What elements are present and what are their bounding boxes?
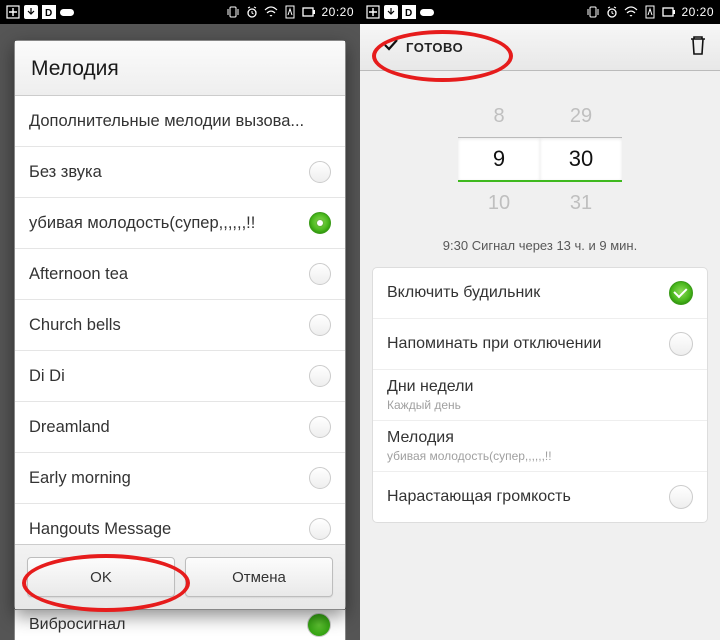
gamepad-icon bbox=[420, 5, 434, 19]
statusbar-left: D bbox=[6, 5, 74, 19]
ringtone-label: Di Di bbox=[29, 367, 65, 386]
checkbox-indicator[interactable] bbox=[669, 332, 693, 356]
svg-text:D: D bbox=[405, 8, 412, 19]
done-button[interactable]: ГОТОВО bbox=[372, 30, 473, 64]
minute-column[interactable]: 29 30 31 bbox=[540, 95, 622, 224]
settings-row[interactable]: Дни недели Каждый день bbox=[373, 370, 707, 421]
settings-row-subtitle: Каждый день bbox=[387, 398, 473, 412]
hour-current: 9 bbox=[458, 137, 540, 182]
checkbox-indicator[interactable] bbox=[669, 485, 693, 509]
ok-button[interactable]: OK bbox=[27, 557, 175, 597]
ringtone-item[interactable]: Church bells bbox=[15, 300, 345, 351]
ringtone-label: Church bells bbox=[29, 316, 121, 335]
ringtone-item[interactable]: убивая молодость(супер,,,,,,!! bbox=[15, 198, 345, 249]
settings-row-title: Напоминать при отключении bbox=[387, 335, 601, 353]
radio-indicator[interactable] bbox=[309, 365, 331, 387]
ringtone-list[interactable]: Дополнительные мелодии вызова... Без звук… bbox=[15, 96, 345, 544]
left-screenshot: D 20:20 Вибросигнал Мелодия Дополнительн… bbox=[0, 0, 360, 640]
cancel-button[interactable]: Отмена bbox=[185, 557, 333, 597]
ringtone-label: Afternoon tea bbox=[29, 265, 128, 284]
d-app-icon: D bbox=[402, 5, 416, 19]
download-icon bbox=[24, 5, 38, 19]
data-icon bbox=[283, 5, 297, 19]
data-icon bbox=[643, 5, 657, 19]
wifi-icon bbox=[624, 5, 638, 19]
settings-row-subtitle: убивая молодость(супер,,,,,,!! bbox=[387, 449, 552, 463]
vibrate-icon bbox=[586, 5, 600, 19]
ringtone-item[interactable]: Без звука bbox=[15, 147, 345, 198]
settings-row-title: Мелодия bbox=[387, 429, 552, 447]
checkbox-indicator[interactable] bbox=[669, 281, 693, 305]
hour-next: 10 bbox=[458, 182, 540, 224]
plus-icon bbox=[6, 5, 20, 19]
minute-next: 31 bbox=[540, 182, 622, 224]
statusbar-left: D bbox=[366, 5, 434, 19]
battery-icon bbox=[662, 5, 676, 19]
statusbar-right: 20:20 bbox=[226, 5, 354, 19]
delete-button[interactable] bbox=[688, 34, 708, 61]
statusbar-right: 20:20 bbox=[586, 5, 714, 19]
plus-icon bbox=[366, 5, 380, 19]
done-label: ГОТОВО bbox=[406, 40, 463, 55]
ringtone-item[interactable]: Early morning bbox=[15, 453, 345, 504]
minute-current: 30 bbox=[540, 137, 622, 182]
hour-column[interactable]: 8 9 10 bbox=[458, 95, 540, 224]
svg-text:D: D bbox=[45, 8, 52, 19]
checkmark-icon bbox=[382, 36, 400, 59]
status-clock: 20:20 bbox=[681, 5, 714, 19]
right-screenshot: D 20:20 ГОТОВО 8 9 bbox=[360, 0, 720, 640]
ringtone-dialog: Мелодия Дополнительные мелодии вызова...… bbox=[14, 40, 346, 610]
radio-indicator[interactable] bbox=[309, 518, 331, 540]
radio-indicator[interactable] bbox=[309, 263, 331, 285]
radio-indicator[interactable] bbox=[309, 416, 331, 438]
peek-label: Вибросигнал bbox=[29, 616, 125, 634]
alarm-settings-list: Включить будильник Напоминать при отключе… bbox=[372, 267, 708, 523]
radio-indicator[interactable] bbox=[309, 161, 331, 183]
ringtone-item[interactable]: Дополнительные мелодии вызова... bbox=[15, 96, 345, 147]
wifi-icon bbox=[264, 5, 278, 19]
minute-prev: 29 bbox=[540, 95, 622, 137]
ringtone-label: убивая молодость(супер,,,,,,!! bbox=[29, 214, 255, 233]
time-picker[interactable]: 8 9 10 29 30 31 bbox=[360, 95, 720, 224]
statusbar: D 20:20 bbox=[360, 0, 720, 24]
settings-row-title: Включить будильник bbox=[387, 284, 540, 302]
alarm-icon bbox=[245, 5, 259, 19]
settings-row[interactable]: Мелодия убивая молодость(супер,,,,,,!! bbox=[373, 421, 707, 472]
ringtone-item[interactable]: Di Di bbox=[15, 351, 345, 402]
settings-row[interactable]: Включить будильник bbox=[373, 268, 707, 319]
ringtone-item[interactable]: Hangouts Message bbox=[15, 504, 345, 544]
alarm-summary: 9:30 Сигнал через 13 ч. и 9 мин. bbox=[360, 238, 720, 253]
peek-checkbox bbox=[307, 613, 331, 637]
ringtone-label: Hangouts Message bbox=[29, 520, 171, 539]
ringtone-item[interactable]: Afternoon tea bbox=[15, 249, 345, 300]
dialog-title: Мелодия bbox=[15, 41, 345, 96]
download-icon bbox=[384, 5, 398, 19]
d-app-icon: D bbox=[42, 5, 56, 19]
dialog-buttons: OK Отмена bbox=[15, 544, 345, 609]
settings-row-title: Дни недели bbox=[387, 378, 473, 396]
ringtone-label: Early morning bbox=[29, 469, 131, 488]
battery-icon bbox=[302, 5, 316, 19]
ringtone-item[interactable]: Dreamland bbox=[15, 402, 345, 453]
status-clock: 20:20 bbox=[321, 5, 354, 19]
ringtone-label: Dreamland bbox=[29, 418, 110, 437]
radio-indicator[interactable] bbox=[309, 212, 331, 234]
settings-row-title: Нарастающая громкость bbox=[387, 488, 571, 506]
alarm-icon bbox=[605, 5, 619, 19]
radio-indicator[interactable] bbox=[309, 467, 331, 489]
gamepad-icon bbox=[60, 5, 74, 19]
settings-row[interactable]: Напоминать при отключении bbox=[373, 319, 707, 370]
statusbar: D 20:20 bbox=[0, 0, 360, 24]
alarm-body: 8 9 10 29 30 31 9:30 Сигнал через 13 ч. … bbox=[360, 71, 720, 640]
ringtone-label: Без звука bbox=[29, 163, 102, 182]
ringtone-label: Дополнительные мелодии вызова... bbox=[29, 112, 304, 131]
vibrate-icon bbox=[226, 5, 240, 19]
alarm-header: ГОТОВО bbox=[360, 24, 720, 71]
peeking-settings-row: Вибросигнал bbox=[14, 609, 346, 640]
settings-row[interactable]: Нарастающая громкость bbox=[373, 472, 707, 522]
radio-indicator[interactable] bbox=[309, 314, 331, 336]
hour-prev: 8 bbox=[458, 95, 540, 137]
